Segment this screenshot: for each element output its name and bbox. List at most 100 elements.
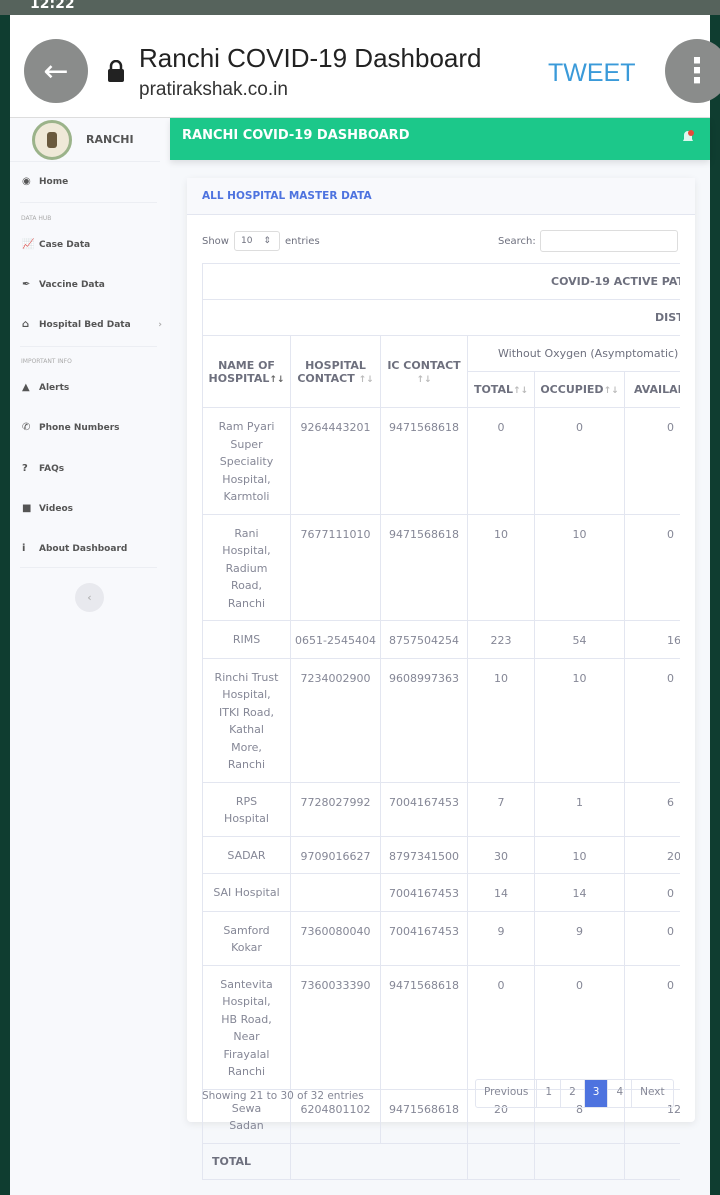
table-cell: 169 bbox=[623, 620, 680, 659]
table-row: Ram Pyari Super Speciality Hospital, Kar… bbox=[202, 407, 680, 515]
sort-icon: ↑↓ bbox=[358, 374, 374, 385]
table-cell: 0 bbox=[467, 964, 535, 1090]
table-cell: Rani Hospital, Radium Road, Ranchi bbox=[202, 513, 291, 621]
group-header-without-oxygen: Without Oxygen (Asymptomatic) bbox=[466, 335, 680, 372]
sidebar-item-vaccine-data[interactable]: ✒ Vaccine Data bbox=[22, 279, 105, 290]
table-cell: 7234002900 bbox=[290, 657, 381, 783]
table-cell: 9471568618 bbox=[380, 1088, 468, 1144]
page-button-previous[interactable]: Previous bbox=[476, 1080, 538, 1107]
table-cell: 8797341500 bbox=[380, 835, 468, 874]
table-row: Samford Kokar 7360080040 7004167453 9 9 0 bbox=[202, 910, 680, 966]
arrow-left-icon: ← bbox=[43, 53, 69, 89]
dashboard-page: RANCHI ◉ Home DATA HUB 📈 Case Data ✒ Vaccin… bbox=[10, 118, 710, 1195]
section-heading: DATA HUB bbox=[21, 215, 52, 222]
table-cell: Santevita Hospital, HB Road, Near Firaya… bbox=[202, 964, 291, 1090]
phone-icon: ✆ bbox=[22, 422, 31, 433]
sidebar-item-videos[interactable]: ■ Videos bbox=[22, 503, 73, 514]
page-button-4[interactable]: 4 bbox=[608, 1080, 633, 1107]
table-scroll[interactable]: COVID-19 ACTIVE PATIENTS DISTRICT NAME O… bbox=[202, 263, 680, 1180]
table-cell: 9264443201 bbox=[290, 407, 381, 515]
table-cell: 9 bbox=[534, 910, 625, 966]
bell-icon[interactable] bbox=[682, 130, 694, 144]
table-cell: 0 bbox=[623, 910, 680, 966]
sidebar-item-label: Phone Numbers bbox=[39, 422, 120, 433]
table-cell: Ram Pyari Super Speciality Hospital, Kar… bbox=[202, 407, 291, 515]
table-cell: 7728027992 bbox=[290, 781, 381, 837]
browser-title: Ranchi COVID-19 Dashboard bbox=[139, 43, 482, 73]
table-cell: 0 bbox=[623, 873, 680, 912]
sidebar-item-about[interactable]: i About Dashboard bbox=[22, 543, 127, 554]
table-cell: SAI Hospital bbox=[202, 873, 291, 912]
table-row: SADAR 9709016627 8797341500 30 10 20 bbox=[202, 835, 680, 874]
table-row: Rinchi Trust Hospital, ITKI Road, Kathal… bbox=[202, 657, 680, 783]
sidebar-item-phone-numbers[interactable]: ✆ Phone Numbers bbox=[22, 422, 120, 433]
table-cell: 0 bbox=[623, 964, 680, 1090]
table-cell: 0 bbox=[623, 657, 680, 783]
table-cell: Samford Kokar bbox=[202, 910, 291, 966]
table-cell bbox=[534, 1142, 625, 1180]
back-button[interactable]: ← bbox=[24, 39, 88, 103]
group-header-active: COVID-19 ACTIVE PATIENTS bbox=[202, 263, 680, 300]
sidebar-item-home[interactable]: ◉ Home bbox=[22, 176, 68, 187]
tweet-button[interactable]: TWEET bbox=[548, 59, 636, 88]
table-cell: 0 bbox=[534, 964, 625, 1090]
table-cell bbox=[290, 1143, 381, 1180]
sidebar-item-hospital-bed-data[interactable]: ⌂ Hospital Bed Data › bbox=[22, 319, 162, 330]
header-hospital-contact[interactable]: HOSPITAL CONTACT ↑↓ bbox=[290, 335, 381, 408]
sidebar-brand[interactable]: RANCHI bbox=[10, 118, 160, 162]
entries-length: Show 10 ⇕ entries bbox=[202, 231, 320, 251]
header-occupied[interactable]: OCCUPIED↑↓ bbox=[534, 371, 625, 408]
table-cell: 20 bbox=[623, 835, 680, 874]
header-name[interactable]: NAME OF HOSPITAL↑↓ bbox=[202, 335, 291, 408]
table-row: RPS Hospital 7728027992 7004167453 7 1 6 bbox=[202, 781, 680, 837]
sidebar-item-label: Videos bbox=[39, 503, 73, 514]
sidebar-item-alerts[interactable]: ▲ Alerts bbox=[22, 382, 69, 393]
table-cell: 0651-2545404 bbox=[290, 620, 381, 659]
table-cell: RIMS bbox=[202, 620, 291, 659]
table-cell: 7360033390 bbox=[290, 964, 381, 1090]
table-cell: 9709016627 bbox=[290, 835, 381, 874]
divider bbox=[20, 567, 157, 568]
header-ic-contact[interactable]: IC CONTACT ↑↓ bbox=[380, 335, 468, 408]
entries-label: entries bbox=[284, 235, 320, 247]
question-icon: ? bbox=[22, 463, 28, 474]
entries-select[interactable]: 10 ⇕ bbox=[233, 231, 280, 251]
table-cell bbox=[623, 1142, 680, 1180]
more-options-button[interactable]: ⋮ bbox=[665, 39, 720, 103]
table-row: RIMS0651-2545404875750425422354169 bbox=[202, 620, 680, 659]
page-button-1[interactable]: 1 bbox=[537, 1080, 562, 1107]
sidebar-item-case-data[interactable]: 📈 Case Data bbox=[22, 239, 90, 250]
table-cell: 9471568618 bbox=[380, 964, 468, 1090]
table-cell: 7360080040 bbox=[290, 910, 381, 966]
sidebar-item-label: FAQs bbox=[39, 463, 65, 474]
search-input[interactable] bbox=[539, 230, 678, 252]
table-cell: 10 bbox=[534, 657, 625, 783]
sidebar-toggle-button[interactable]: ‹ bbox=[75, 583, 104, 612]
header-label: OCCUPIED bbox=[540, 383, 604, 396]
lock-icon bbox=[108, 60, 124, 82]
table-cell: 7677111010 bbox=[290, 513, 381, 621]
page-button-3[interactable]: 3 bbox=[584, 1080, 609, 1107]
header-available[interactable]: AVAILABLE bbox=[623, 371, 680, 408]
page-button-next[interactable]: Next bbox=[632, 1080, 672, 1107]
header-total[interactable]: TOTAL↑↓ bbox=[467, 371, 535, 408]
total-label: TOTAL bbox=[202, 1142, 291, 1180]
table-cell: 7 bbox=[467, 781, 535, 837]
hospital-table: COVID-19 ACTIVE PATIENTS DISTRICT NAME O… bbox=[202, 263, 680, 1180]
status-time: 12:22 bbox=[30, 0, 75, 12]
header-label: IC CONTACT bbox=[387, 358, 461, 372]
table-cell: 14 bbox=[467, 873, 535, 912]
table-row: Rani Hospital, Radium Road, Ranchi 767711… bbox=[202, 513, 680, 621]
header-label: TOTAL bbox=[473, 383, 513, 396]
sidebar-item-faqs[interactable]: ? FAQs bbox=[22, 463, 64, 474]
browser-url[interactable]: pratirakshak.co.in bbox=[139, 79, 288, 101]
sidebar-item-label: Alerts bbox=[39, 382, 70, 393]
show-label: Show bbox=[202, 235, 229, 247]
topbar-title: RANCHI COVID-19 DASHBOARD bbox=[182, 128, 410, 143]
table-cell: 0 bbox=[623, 407, 680, 515]
table-cell: 9471568618 bbox=[380, 407, 468, 515]
header-label: NAME OF HOSPITAL bbox=[208, 358, 275, 385]
sidebar-item-label: Vaccine Data bbox=[39, 279, 105, 290]
page-button-2[interactable]: 2 bbox=[561, 1080, 585, 1107]
entries-value: 10 bbox=[240, 236, 253, 246]
